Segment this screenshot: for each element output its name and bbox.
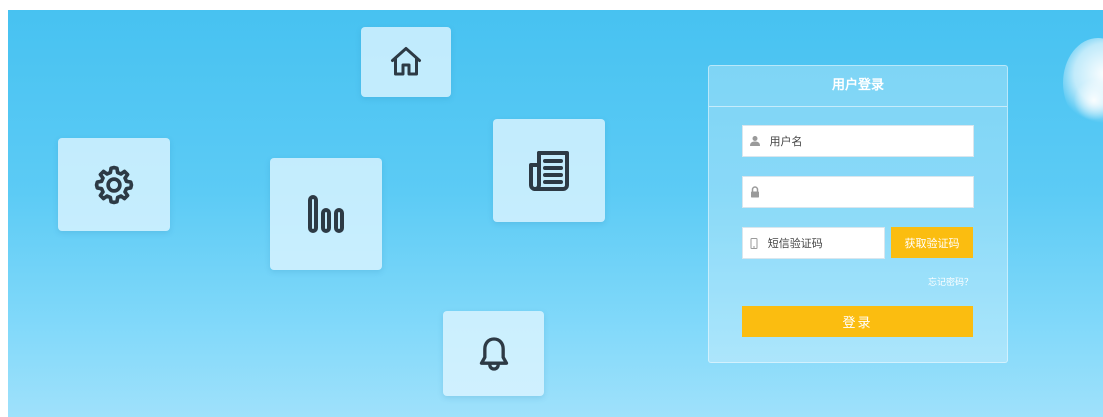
settings-tile [58, 138, 170, 231]
lock-icon [743, 186, 768, 198]
username-input[interactable] [767, 125, 973, 157]
login-button[interactable]: 登录 [742, 306, 973, 337]
username-field[interactable] [742, 125, 974, 157]
bell-icon [479, 336, 508, 371]
user-icon [743, 135, 768, 147]
bell-tile [443, 311, 544, 396]
news-tile [493, 119, 605, 222]
sms-code-input[interactable] [765, 227, 884, 259]
get-sms-code-button[interactable]: 获取验证码 [891, 227, 973, 258]
phone-icon [743, 237, 766, 250]
sms-code-field[interactable] [742, 227, 885, 259]
password-field[interactable] [742, 176, 974, 208]
login-panel: 用户登录 获取验证码 忘记密码？ 登录 [708, 65, 1008, 363]
login-page-background: 用户登录 获取验证码 忘记密码？ 登录 [8, 10, 1103, 417]
news-icon [529, 150, 569, 191]
chart-icon [308, 195, 344, 233]
home-tile [361, 27, 451, 97]
password-input[interactable] [767, 176, 973, 208]
forgot-password-link[interactable]: 忘记密码？ [928, 275, 973, 288]
settings-icon [94, 165, 134, 204]
home-icon [391, 47, 421, 76]
login-title: 用户登录 [709, 66, 1007, 107]
chart-tile [270, 158, 382, 270]
